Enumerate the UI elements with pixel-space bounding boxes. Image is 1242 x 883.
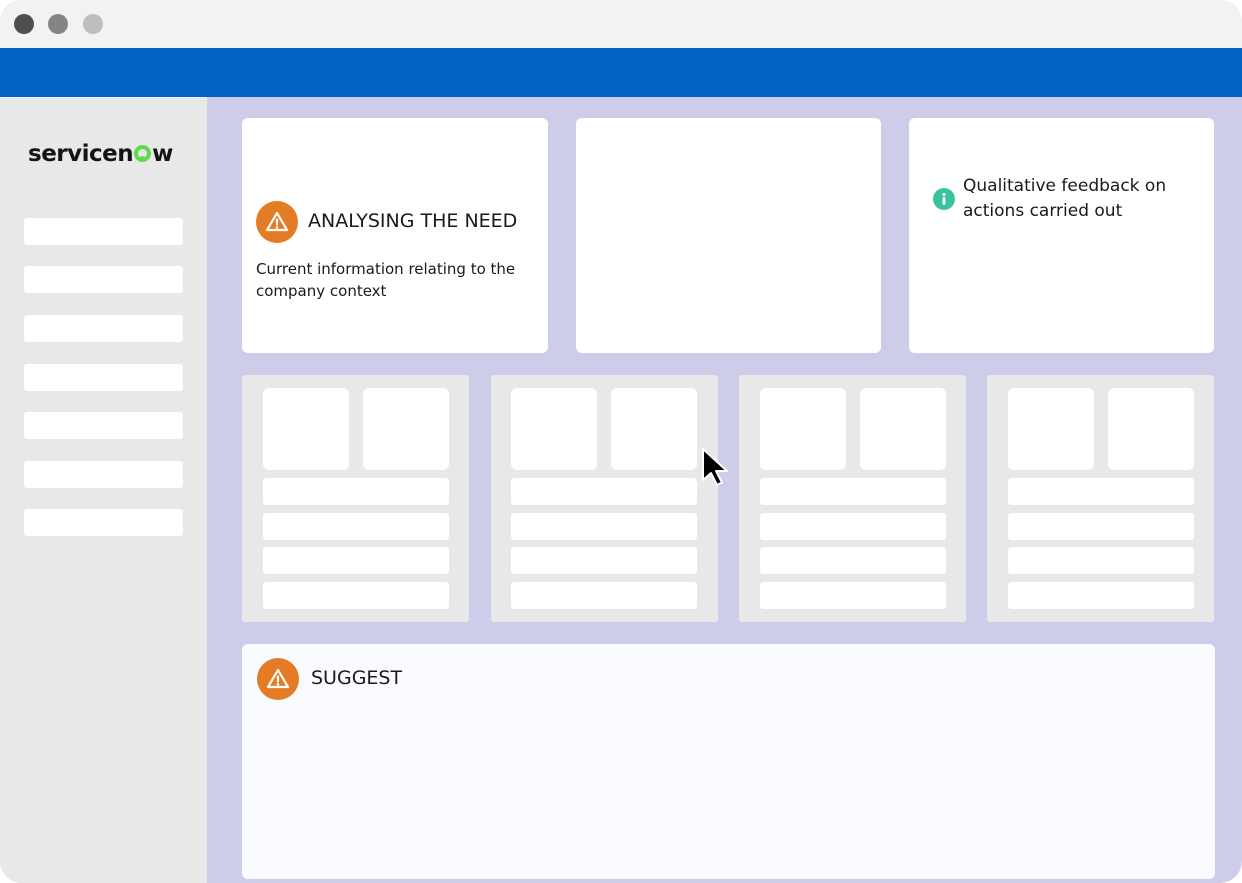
sidebar-item-4[interactable] xyxy=(24,364,183,391)
panel-tile[interactable] xyxy=(363,388,449,470)
content-panel-2 xyxy=(491,375,718,622)
analysing-need-description: Current information relating to the comp… xyxy=(256,260,516,300)
sidebar-item-2[interactable] xyxy=(24,266,183,293)
servicenow-logo: servicen w xyxy=(28,141,173,167)
sidebar-item-3[interactable] xyxy=(24,315,183,342)
feedback-text: Qualitative feedback on actions carried … xyxy=(963,176,1167,221)
panel-row[interactable] xyxy=(263,478,449,505)
warning-icon xyxy=(256,201,298,243)
panel-row[interactable] xyxy=(1008,582,1194,609)
panel-row[interactable] xyxy=(1008,513,1194,540)
panel-tile[interactable] xyxy=(611,388,697,470)
panel-row[interactable] xyxy=(511,513,697,540)
title-bar xyxy=(0,0,1242,48)
panel-tile[interactable] xyxy=(511,388,597,470)
panel-row[interactable] xyxy=(263,547,449,574)
panel-tile[interactable] xyxy=(1008,388,1094,470)
panel-tile[interactable] xyxy=(860,388,946,470)
sidebar-item-7[interactable] xyxy=(24,509,183,536)
minimize-window-button[interactable] xyxy=(48,14,68,34)
panel-row[interactable] xyxy=(1008,547,1194,574)
panel-row[interactable] xyxy=(760,582,946,609)
analysing-need-title: ANALYSING THE NEED xyxy=(308,210,518,232)
panel-tile[interactable] xyxy=(760,388,846,470)
warning-icon xyxy=(257,658,299,700)
mouse-pointer-icon xyxy=(700,446,736,492)
suggest-card[interactable]: SUGGEST xyxy=(242,644,1215,879)
close-window-button[interactable] xyxy=(14,14,34,34)
zoom-window-button[interactable] xyxy=(83,14,103,34)
sidebar-item-6[interactable] xyxy=(24,461,183,488)
feedback-card[interactable]: Qualitative feedback on actions carried … xyxy=(909,118,1214,353)
content-panel-4 xyxy=(987,375,1214,622)
content-panel-3 xyxy=(739,375,966,622)
empty-card[interactable] xyxy=(576,118,881,353)
info-icon xyxy=(933,188,955,210)
top-navigation-bar xyxy=(0,48,1242,97)
panel-row[interactable] xyxy=(760,478,946,505)
panel-tile[interactable] xyxy=(263,388,349,470)
suggest-title: SUGGEST xyxy=(311,667,403,689)
analysing-need-card[interactable]: ANALYSING THE NEED Current information r… xyxy=(242,118,548,353)
panel-row[interactable] xyxy=(263,582,449,609)
panel-row[interactable] xyxy=(760,547,946,574)
panel-row[interactable] xyxy=(760,513,946,540)
sidebar-item-1[interactable] xyxy=(24,218,183,245)
panel-row[interactable] xyxy=(511,478,697,505)
panel-row[interactable] xyxy=(511,582,697,609)
panel-row[interactable] xyxy=(511,547,697,574)
content-panel-1 xyxy=(242,375,469,622)
panel-row[interactable] xyxy=(1008,478,1194,505)
sidebar: servicen w xyxy=(0,97,207,883)
app-window: servicen w ANALYSING THE NEED Current inf… xyxy=(0,0,1242,883)
sidebar-item-5[interactable] xyxy=(24,412,183,439)
panel-row[interactable] xyxy=(263,513,449,540)
panel-tile[interactable] xyxy=(1108,388,1194,470)
